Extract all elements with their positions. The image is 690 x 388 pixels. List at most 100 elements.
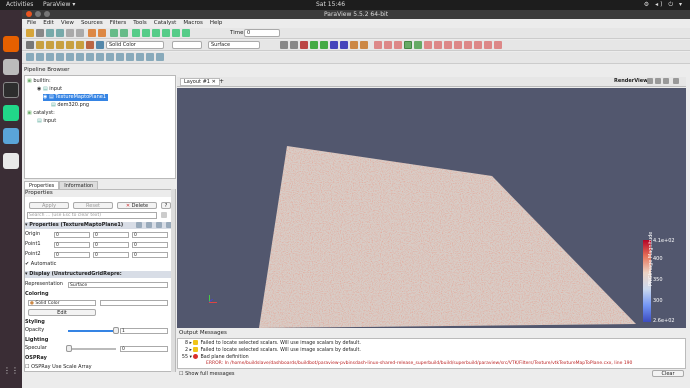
opacity-slider-handle[interactable] — [113, 327, 119, 334]
help-button[interactable]: ? — [161, 202, 171, 209]
first-frame-icon[interactable] — [132, 29, 140, 37]
open-icon[interactable] — [26, 29, 34, 37]
rescale-visible-icon[interactable] — [76, 41, 84, 49]
zoom-box-icon[interactable] — [96, 41, 104, 49]
origin-z-field[interactable]: 0 — [132, 232, 168, 238]
opacity-slider[interactable] — [68, 330, 116, 332]
connect-icon[interactable] — [66, 29, 74, 37]
pipeline-item[interactable]: ▣ builtin: — [27, 78, 51, 85]
filter-icon-1[interactable] — [26, 53, 34, 61]
section-copy-icon[interactable] — [136, 222, 142, 228]
pipeline-browser[interactable]: ▣ builtin: ◉ ▤ input ◉ ▤ TextureMaptoPla… — [24, 75, 176, 179]
specular-field[interactable]: 0 — [120, 346, 168, 352]
pipeline-item[interactable]: ◉ ▤ input — [37, 86, 62, 93]
pipeline-item[interactable]: ▣ catalyst: — [27, 110, 55, 117]
menu-tools[interactable]: Tools — [133, 20, 147, 26]
select-points-icon[interactable] — [404, 41, 412, 49]
tab-layout-1[interactable]: Layout #1 ✕ — [180, 78, 220, 86]
view-minus-x-icon[interactable] — [300, 41, 308, 49]
close-tab-icon[interactable]: ✕ — [212, 79, 216, 85]
point1-y-field[interactable]: 0 — [93, 242, 129, 248]
extract-subset-icon[interactable] — [444, 41, 452, 49]
view-plus-z-icon[interactable] — [330, 41, 338, 49]
load-state-icon[interactable] — [46, 29, 54, 37]
filter-icon-3[interactable] — [46, 53, 54, 61]
group-datasets-icon[interactable] — [484, 41, 492, 49]
message-row[interactable]: 2 ▸ Failed to locate selected scalars. W… — [180, 347, 361, 353]
disconnect-icon[interactable] — [76, 29, 84, 37]
menu-macros[interactable]: Macros — [183, 20, 203, 26]
text-editor-icon[interactable] — [3, 153, 19, 169]
clock[interactable]: Sat 15:46 — [316, 1, 345, 8]
pipeline-item[interactable]: ▤ dem320.png — [51, 102, 89, 109]
delete-button[interactable]: ✕ Delete — [117, 202, 157, 209]
terminal-icon[interactable] — [3, 82, 19, 98]
section-reload-icon[interactable] — [156, 222, 162, 228]
advanced-gear-icon[interactable] — [161, 212, 167, 218]
filter-icon-12[interactable] — [136, 53, 144, 61]
view-minus-y-icon[interactable] — [320, 41, 328, 49]
menu-file[interactable]: File — [27, 20, 36, 26]
last-frame-icon[interactable] — [172, 29, 180, 37]
rescale-temporal-icon[interactable] — [66, 41, 74, 49]
slice-icon[interactable] — [424, 41, 432, 49]
menu-sources[interactable]: Sources — [81, 20, 103, 26]
activities-button[interactable]: Activities — [6, 1, 33, 8]
threshold-icon[interactable] — [434, 41, 442, 49]
automatic-checkbox[interactable]: ✔ Automatic — [25, 261, 173, 268]
view-minus-z-icon[interactable] — [340, 41, 348, 49]
maximize-view-icon[interactable] — [663, 78, 669, 84]
app-menu[interactable]: ParaView ▾ — [43, 1, 75, 8]
clion-icon[interactable] — [3, 105, 19, 121]
filter-icon-5[interactable] — [66, 53, 74, 61]
output-messages-list[interactable]: 8 ▸ Failed to locate selected scalars. W… — [177, 338, 686, 369]
tab-properties[interactable]: Properties — [24, 181, 60, 189]
menu-catalyst[interactable]: Catalyst — [154, 20, 177, 26]
settings-icon[interactable] — [3, 59, 19, 75]
display-section-header[interactable]: ▾ Display (UnstructuredGridRepre: — [25, 271, 173, 278]
color-by-select[interactable]: Solid Color — [106, 41, 164, 49]
stream-tracer-icon[interactable] — [464, 41, 472, 49]
system-tray[interactable]: ⚙ ◂) ⏻ ▾ — [644, 1, 684, 9]
extract-level-icon[interactable] — [494, 41, 502, 49]
select-cells-icon[interactable] — [414, 41, 422, 49]
filter-icon-10[interactable] — [116, 53, 124, 61]
coloring-component-dropdown[interactable] — [100, 300, 168, 306]
show-apps-icon[interactable]: ⋮⋮ — [3, 366, 19, 382]
filter-icon-13[interactable] — [146, 53, 154, 61]
split-vertical-icon[interactable] — [655, 78, 661, 84]
filter-icon-14[interactable] — [156, 53, 164, 61]
show-full-messages-checkbox[interactable]: ☐ Show full messages — [179, 371, 235, 377]
menu-view[interactable]: View — [61, 20, 74, 26]
filter-icon-7[interactable] — [86, 53, 94, 61]
rotate-minus-90-icon[interactable] — [360, 41, 368, 49]
section-paste-icon[interactable] — [146, 222, 152, 228]
filter-icon-11[interactable] — [126, 53, 134, 61]
rotate-90-icon[interactable] — [350, 41, 358, 49]
search-input[interactable]: Search ... (use Esc to clear text) — [27, 212, 157, 219]
render-view[interactable] — [177, 88, 686, 328]
redo-icon[interactable] — [98, 29, 106, 37]
filter-icon-6[interactable] — [76, 53, 84, 61]
calculator-icon[interactable] — [374, 41, 382, 49]
contour-icon[interactable] — [384, 41, 392, 49]
component-select[interactable] — [172, 41, 202, 49]
point2-z-field[interactable]: 0 — [132, 252, 168, 258]
apply-button[interactable]: Apply — [29, 202, 69, 209]
reset-camera-icon[interactable] — [280, 41, 288, 49]
menu-edit[interactable]: Edit — [43, 20, 54, 26]
specular-slider[interactable] — [68, 348, 116, 350]
reset-range-icon[interactable] — [46, 41, 54, 49]
paraview-icon[interactable] — [3, 128, 19, 144]
origin-y-field[interactable]: 0 — [93, 232, 129, 238]
clip-icon[interactable] — [394, 41, 402, 49]
glyph-icon[interactable] — [454, 41, 462, 49]
firefox-icon[interactable] — [3, 36, 19, 52]
view-plus-x-icon[interactable] — [290, 41, 298, 49]
point1-x-field[interactable]: 0 — [54, 242, 90, 248]
camera-undo-icon[interactable] — [110, 29, 118, 37]
new-layout-tab[interactable]: + — [219, 78, 224, 85]
menu-filters[interactable]: Filters — [110, 20, 127, 26]
save-state-icon[interactable] — [56, 29, 64, 37]
edit-colormap-icon[interactable] — [36, 41, 44, 49]
